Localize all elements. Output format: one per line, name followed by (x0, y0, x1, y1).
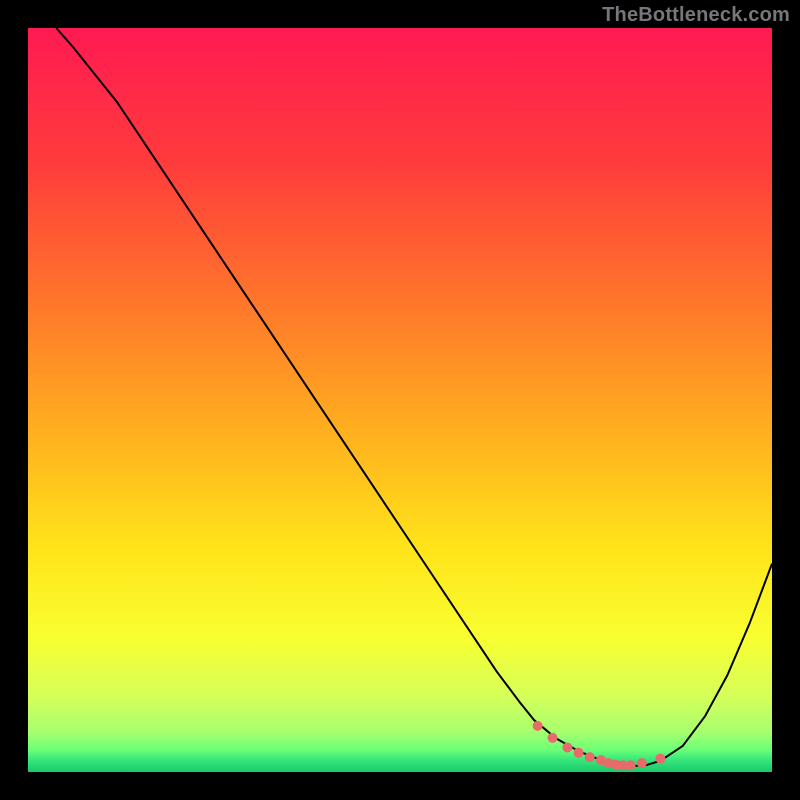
chart-frame: TheBottleneck.com (0, 0, 800, 800)
chart-svg (28, 28, 772, 772)
marker-dot (533, 721, 543, 731)
marker-dot (562, 742, 572, 752)
marker-dot (655, 754, 665, 764)
marker-dot (637, 758, 647, 768)
marker-dot (626, 760, 636, 770)
marker-dot (548, 733, 558, 743)
marker-dot (585, 752, 595, 762)
chart-plot (28, 28, 772, 772)
marker-dot (574, 748, 584, 758)
chart-background (28, 28, 772, 772)
watermark-text: TheBottleneck.com (602, 4, 790, 27)
